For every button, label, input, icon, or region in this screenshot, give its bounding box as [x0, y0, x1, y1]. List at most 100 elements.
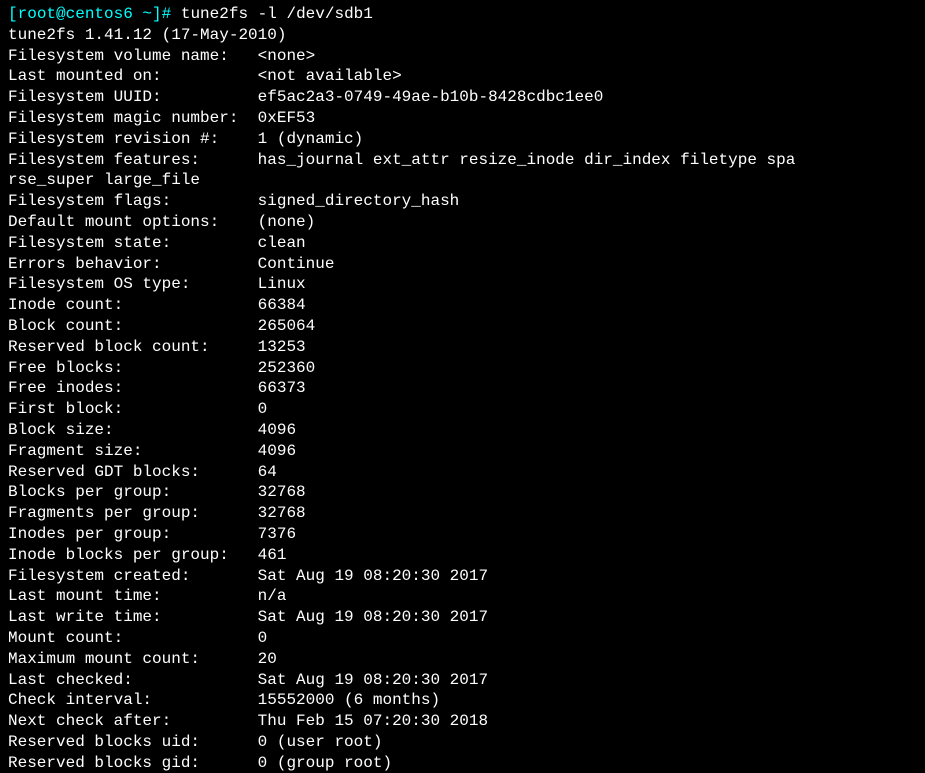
field-row: Reserved blocks uid: 0 (user root) — [8, 732, 917, 753]
field-label: Fragment size: — [8, 442, 258, 460]
field-value: 66384 — [258, 296, 306, 314]
field-label: Filesystem UUID: — [8, 88, 258, 106]
field-value: 0 (group root) — [258, 754, 392, 772]
field-label: Last mount time: — [8, 587, 258, 605]
field-value: 1 (dynamic) — [258, 130, 364, 148]
field-value: 0 — [258, 629, 268, 647]
field-row: Inode blocks per group: 461 — [8, 545, 917, 566]
field-value: 15552000 (6 months) — [258, 691, 440, 709]
fields-container: Filesystem volume name: <none>Last mount… — [8, 46, 917, 171]
field-value: ef5ac2a3-0749-49ae-b10b-8428cdbc1ee0 — [258, 88, 604, 106]
field-row: Inode count: 66384 — [8, 295, 917, 316]
field-row: Default mount options: (none) — [8, 212, 917, 233]
field-label: Last checked: — [8, 671, 258, 689]
field-row: Filesystem created: Sat Aug 19 08:20:30 … — [8, 566, 917, 587]
field-value: 265064 — [258, 317, 316, 335]
field-label: Check interval: — [8, 691, 258, 709]
field-label: Fragments per group: — [8, 504, 258, 522]
field-label: Filesystem created: — [8, 567, 258, 585]
field-row: Errors behavior: Continue — [8, 254, 917, 275]
prompt-open-bracket: [ — [8, 5, 18, 23]
field-row: Free blocks: 252360 — [8, 358, 917, 379]
field-value: Continue — [258, 255, 335, 273]
field-row: Next check after: Thu Feb 15 07:20:30 20… — [8, 711, 917, 732]
field-value: Sat Aug 19 08:20:30 2017 — [258, 567, 488, 585]
field-label: Mount count: — [8, 629, 258, 647]
field-label: Free inodes: — [8, 379, 258, 397]
field-row: Block size: 4096 — [8, 420, 917, 441]
field-label: Filesystem OS type: — [8, 275, 258, 293]
field-value: 461 — [258, 546, 287, 564]
field-value: 32768 — [258, 483, 306, 501]
field-value: 252360 — [258, 359, 316, 377]
field-label: Filesystem volume name: — [8, 47, 258, 65]
command-text: tune2fs -l /dev/sdb1 — [181, 5, 373, 23]
field-label: Last write time: — [8, 608, 258, 626]
field-value: 32768 — [258, 504, 306, 522]
field-row: Last mount time: n/a — [8, 586, 917, 607]
field-value: <not available> — [258, 67, 402, 85]
field-label: Last mounted on: — [8, 67, 258, 85]
field-value: 13253 — [258, 338, 306, 356]
field-label: Inode blocks per group: — [8, 546, 258, 564]
field-label: Reserved block count: — [8, 338, 258, 356]
field-label: Blocks per group: — [8, 483, 258, 501]
field-label: Reserved blocks uid: — [8, 733, 258, 751]
field-label: Inodes per group: — [8, 525, 258, 543]
field-label: Filesystem revision #: — [8, 130, 258, 148]
field-label: First block: — [8, 400, 258, 418]
field-value: 4096 — [258, 442, 296, 460]
field-row: First block: 0 — [8, 399, 917, 420]
fields2-container: Filesystem flags: signed_directory_hashD… — [8, 191, 917, 773]
prompt-line[interactable]: [root@centos6 ~]# tune2fs -l /dev/sdb1 — [8, 4, 917, 25]
field-row: Filesystem features: has_journal ext_att… — [8, 150, 917, 171]
field-value: has_journal ext_attr resize_inode dir_in… — [258, 151, 796, 169]
prompt-user-host: root@centos6 ~ — [18, 5, 152, 23]
field-label: Maximum mount count: — [8, 650, 258, 668]
field-row: Fragments per group: 32768 — [8, 503, 917, 524]
field-row: Free inodes: 66373 — [8, 378, 917, 399]
field-row: Filesystem flags: signed_directory_hash — [8, 191, 917, 212]
field-label: Block count: — [8, 317, 258, 335]
field-value: Sat Aug 19 08:20:30 2017 — [258, 671, 488, 689]
field-row: Last checked: Sat Aug 19 08:20:30 2017 — [8, 670, 917, 691]
field-label: Errors behavior: — [8, 255, 258, 273]
field-value: 0 — [258, 400, 268, 418]
field-label: Free blocks: — [8, 359, 258, 377]
field-value: signed_directory_hash — [258, 192, 460, 210]
field-label: Filesystem magic number: — [8, 109, 258, 127]
field-row: Filesystem revision #: 1 (dynamic) — [8, 129, 917, 150]
field-label: Block size: — [8, 421, 258, 439]
field-value: 0 (user root) — [258, 733, 383, 751]
field-value: (none) — [258, 213, 316, 231]
field-row: Filesystem UUID: ef5ac2a3-0749-49ae-b10b… — [8, 87, 917, 108]
field-value: 66373 — [258, 379, 306, 397]
version-line: tune2fs 1.41.12 (17-May-2010) — [8, 25, 917, 46]
field-row: Reserved GDT blocks: 64 — [8, 462, 917, 483]
field-row: Reserved block count: 13253 — [8, 337, 917, 358]
field-value: Sat Aug 19 08:20:30 2017 — [258, 608, 488, 626]
field-row: Maximum mount count: 20 — [8, 649, 917, 670]
field-label: Filesystem state: — [8, 234, 258, 252]
field-row: Filesystem state: clean — [8, 233, 917, 254]
field-row: Last mounted on: <not available> — [8, 66, 917, 87]
field-label: Next check after: — [8, 712, 258, 730]
field-value: n/a — [258, 587, 287, 605]
field-value: clean — [258, 234, 306, 252]
field-row: Blocks per group: 32768 — [8, 482, 917, 503]
field-label: Filesystem features: — [8, 151, 258, 169]
field-label: Filesystem flags: — [8, 192, 258, 210]
field-row: Filesystem magic number: 0xEF53 — [8, 108, 917, 129]
field-value: <none> — [258, 47, 316, 65]
field-row: Block count: 265064 — [8, 316, 917, 337]
field-row: Filesystem OS type: Linux — [8, 274, 917, 295]
field-label: Inode count: — [8, 296, 258, 314]
prompt-hash: # — [162, 5, 181, 23]
field-row: Mount count: 0 — [8, 628, 917, 649]
field-value: 64 — [258, 463, 277, 481]
field-label: Default mount options: — [8, 213, 258, 231]
field-value: 20 — [258, 650, 277, 668]
prompt-close-bracket: ] — [152, 5, 162, 23]
field-row: Filesystem volume name: <none> — [8, 46, 917, 67]
field-label: Reserved blocks gid: — [8, 754, 258, 772]
